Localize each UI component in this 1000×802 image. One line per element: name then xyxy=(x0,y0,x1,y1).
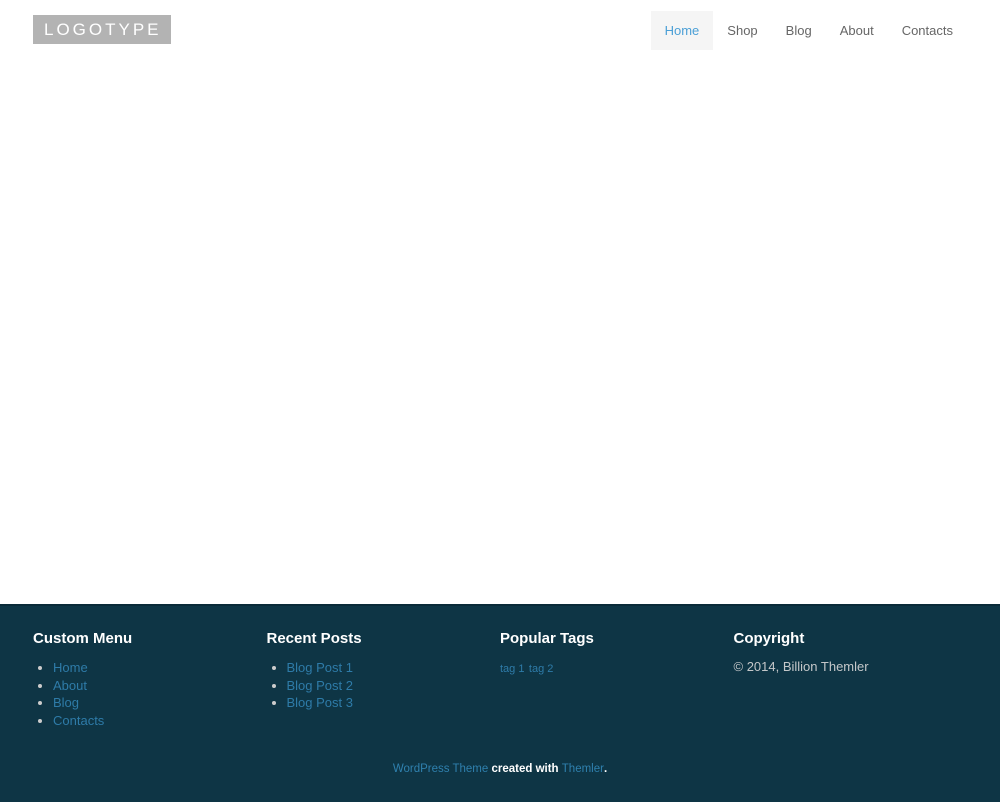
page: LOGOTYPE Home Shop Blog About Contacts C… xyxy=(0,0,1000,802)
copyright-heading: Copyright xyxy=(734,630,948,647)
footer-link-home[interactable]: Home xyxy=(53,660,88,675)
recent-posts-heading: Recent Posts xyxy=(267,630,481,647)
copyright-text: © 2014, Billion Themler xyxy=(734,659,948,674)
nav-item-contacts[interactable]: Contacts xyxy=(888,11,967,50)
list-item: Blog Post 2 xyxy=(287,677,481,695)
list-item: Blog xyxy=(53,694,247,712)
nav-item-home[interactable]: Home xyxy=(651,11,714,50)
popular-tags-heading: Popular Tags xyxy=(500,630,714,647)
list-item: Blog Post 3 xyxy=(287,694,481,712)
main-nav: Home Shop Blog About Contacts xyxy=(651,11,967,50)
themler-link[interactable]: Themler xyxy=(562,763,604,775)
list-item: Contacts xyxy=(53,712,247,730)
footer-column-copyright: Copyright © 2014, Billion Themler xyxy=(734,630,968,729)
footer-link-contacts[interactable]: Contacts xyxy=(53,713,104,728)
tag-cloud: tag 1 tag 2 xyxy=(500,659,714,677)
custom-menu-heading: Custom Menu xyxy=(33,630,247,647)
footer-link-blog-post-3[interactable]: Blog Post 3 xyxy=(287,695,354,710)
list-item: Blog Post 1 xyxy=(287,659,481,677)
footer-credits: WordPress Theme created with Themler. xyxy=(33,763,967,775)
nav-item-blog[interactable]: Blog xyxy=(772,11,826,50)
footer-column-custom-menu: Custom Menu Home About Blog Contacts xyxy=(33,630,267,729)
footer-link-about[interactable]: About xyxy=(53,678,87,693)
logo[interactable]: LOGOTYPE xyxy=(33,15,171,44)
footer-link-blog-post-1[interactable]: Blog Post 1 xyxy=(287,660,354,675)
nav-item-shop[interactable]: Shop xyxy=(713,11,771,50)
footer-link-blog[interactable]: Blog xyxy=(53,695,79,710)
list-item: About xyxy=(53,677,247,695)
credits-period: . xyxy=(604,763,607,775)
footer-column-popular-tags: Popular Tags tag 1 tag 2 xyxy=(500,630,734,729)
recent-posts-list: Blog Post 1 Blog Post 2 Blog Post 3 xyxy=(267,659,481,712)
site-header: LOGOTYPE Home Shop Blog About Contacts xyxy=(0,0,1000,60)
main-content-area xyxy=(0,60,1000,604)
tag-link-1[interactable]: tag 1 xyxy=(500,663,524,675)
tag-link-2[interactable]: tag 2 xyxy=(529,663,553,675)
footer-link-blog-post-2[interactable]: Blog Post 2 xyxy=(287,678,354,693)
nav-item-about[interactable]: About xyxy=(826,11,888,50)
credits-text: created with xyxy=(488,763,562,775)
site-footer: Custom Menu Home About Blog Contacts xyxy=(0,604,1000,802)
footer-column-recent-posts: Recent Posts Blog Post 1 Blog Post 2 Blo… xyxy=(267,630,501,729)
list-item: Home xyxy=(53,659,247,677)
custom-menu-list: Home About Blog Contacts xyxy=(33,659,247,729)
footer-columns: Custom Menu Home About Blog Contacts xyxy=(33,606,967,729)
wordpress-theme-link[interactable]: WordPress Theme xyxy=(393,763,488,775)
